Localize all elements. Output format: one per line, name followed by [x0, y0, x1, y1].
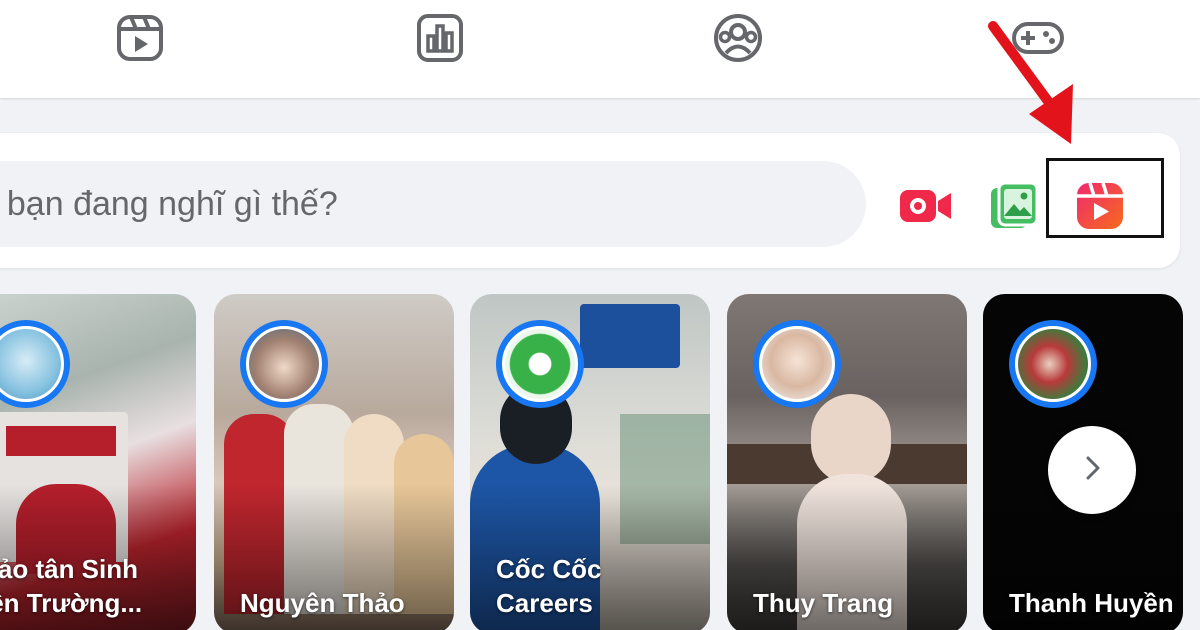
nav-stats-button[interactable] [412, 12, 468, 64]
story-avatar [1009, 320, 1097, 408]
whats-on-your-mind-input[interactable]: , bạn đang nghĩ gì thế? [0, 161, 866, 247]
live-video-icon [898, 186, 954, 231]
reels-icon [114, 12, 166, 64]
avatar-image [1018, 329, 1088, 399]
live-video-button[interactable] [896, 178, 956, 238]
stories-next-button[interactable] [1048, 426, 1136, 514]
story-avatar [240, 320, 328, 408]
story-card[interactable]: hảo tân Sinh iên Trường... [0, 294, 196, 630]
avatar-image [762, 329, 832, 399]
avatar-image [0, 329, 61, 399]
photo-video-icon [987, 180, 1041, 237]
annotation-arrow [985, 18, 1085, 155]
story-author-name: Thanh Huyền [1009, 588, 1174, 618]
story-author-name: Cốc Cốc Careers [496, 554, 602, 618]
annotation-highlight-box [1046, 158, 1164, 238]
photo-video-button[interactable] [984, 178, 1044, 238]
story-card[interactable]: Nguyên Thảo [214, 294, 454, 630]
story-card[interactable]: Cốc Cốc Careers [470, 294, 710, 630]
story-author-name: hảo tân Sinh iên Trường... [0, 554, 143, 618]
story-avatar [753, 320, 841, 408]
nav-groups-button[interactable] [710, 12, 766, 64]
story-author-name: Thuy Trang [753, 588, 894, 618]
chevron-right-icon [1077, 453, 1107, 488]
story-avatar [496, 320, 584, 408]
groups-icon [712, 12, 764, 64]
avatar-image [505, 329, 575, 399]
avatar-image [249, 329, 319, 399]
stats-icon [414, 12, 466, 64]
story-author-name: Nguyên Thảo [240, 588, 405, 618]
composer-placeholder: , bạn đang nghĩ gì thế? [0, 184, 338, 223]
story-card[interactable]: Thuy Trang [727, 294, 967, 630]
nav-reels-button[interactable] [112, 12, 168, 64]
